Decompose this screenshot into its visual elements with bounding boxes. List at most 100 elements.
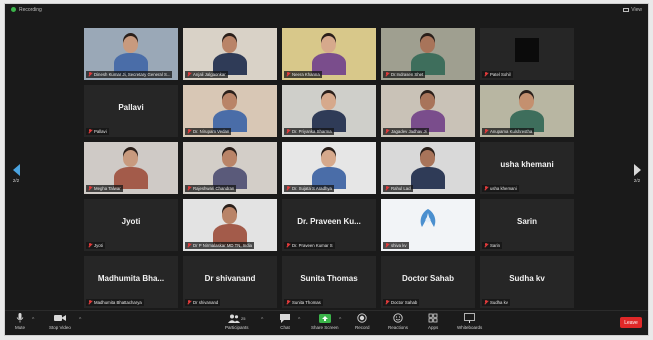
participants-icon: 25: [228, 313, 245, 323]
participant-tile[interactable]: shiva kv: [381, 199, 475, 251]
participant-tile[interactable]: Dr. Nirupam Vedan: [183, 85, 277, 137]
previous-page-button[interactable]: 2/2: [11, 164, 21, 183]
record-label: Record: [355, 325, 370, 330]
participant-tile[interactable]: usha khemani usha khemani: [480, 142, 574, 194]
participant-nameplate: Doctor Sahab: [383, 299, 420, 306]
participant-tile[interactable]: Dr. Praveen Ku... Dr. Praveen Kumar S: [282, 199, 376, 251]
muted-microphone-icon: [484, 72, 488, 77]
participant-display-name: Sarin: [516, 217, 537, 226]
muted-microphone-icon: [484, 243, 488, 248]
participant-tile[interactable]: Sudha kv Sudha kv: [480, 256, 574, 308]
share-screen-button[interactable]: Share Screen: [311, 313, 339, 330]
participant-name-label: Anjali Jalgaonkar: [193, 72, 226, 77]
participant-tile[interactable]: Doctor Sahab Doctor Sahab: [381, 256, 475, 308]
participant-nameplate: Patel Sohil: [482, 71, 513, 78]
participant-tile[interactable]: Megha Talwar: [84, 142, 178, 194]
grid-view-icon: [623, 7, 630, 12]
participant-nameplate: Anjali Jalgaonkar: [185, 71, 228, 78]
participant-tile[interactable]: Patel Sohil: [480, 28, 574, 80]
muted-microphone-icon: [187, 72, 191, 77]
mute-button[interactable]: Mute: [15, 313, 25, 330]
audio-options-caret-icon[interactable]: ^: [32, 317, 34, 323]
stop-video-button[interactable]: Stop Video: [49, 313, 71, 330]
participant-tile[interactable]: Dr.Indrasen Shet: [381, 28, 475, 80]
participant-tile[interactable]: Anupama Kulshrestha: [480, 85, 574, 137]
participant-nameplate: Neera Khanna: [284, 71, 322, 78]
participant-tile[interactable]: Madhumita Bha... Madhumita Bhattacharya: [84, 256, 178, 308]
participant-tile[interactable]: Pallavi Pallavi: [84, 85, 178, 137]
participant-name-label: Megha Talwar: [94, 186, 121, 191]
recording-label: Recording: [19, 6, 42, 13]
participant-tile[interactable]: Jyoti Jyoti: [84, 199, 178, 251]
participant-tile[interactable]: Dr. Priyanka Sharma: [282, 85, 376, 137]
apps-icon: [428, 313, 438, 323]
participant-tile[interactable]: Jagadev Jadhav Ji: [381, 85, 475, 137]
participant-tile[interactable]: Rahul Lad: [381, 142, 475, 194]
apps-button[interactable]: Apps: [428, 313, 438, 330]
apps-label: Apps: [428, 325, 439, 330]
view-button[interactable]: View: [623, 7, 642, 13]
participant-nameplate: Dr.Indrasen Shet: [383, 71, 426, 78]
participant-nameplate: Pallavi: [86, 128, 109, 135]
next-page-button[interactable]: 2/2: [632, 164, 642, 183]
participants-button[interactable]: 25 Participants: [225, 313, 249, 330]
participant-display-name: usha khemani: [500, 160, 554, 169]
participant-tile[interactable]: Sarin Sarin: [480, 199, 574, 251]
participant-nameplate: Dr shivanand: [185, 299, 221, 306]
participant-display-name: Dr shivanand: [204, 274, 256, 283]
participant-nameplate: Sarin: [482, 242, 503, 249]
microphone-icon: [16, 313, 24, 323]
video-camera-icon: [53, 313, 66, 323]
participant-tile[interactable]: Neera Khanna: [282, 28, 376, 80]
participant-name-label: Madhumita Bhattacharya: [94, 300, 142, 305]
participant-name-label: Dinesh Kumar Ji, Secretary General S...: [94, 72, 171, 77]
muted-microphone-icon: [385, 186, 389, 191]
participant-display-name: Jyoti: [121, 217, 141, 226]
whiteboards-button[interactable]: Whiteboards: [457, 313, 482, 330]
participant-nameplate: Madhumita Bhattacharya: [86, 299, 144, 306]
participant-display-name: Pallavi: [118, 103, 144, 112]
participant-name-label: Dr. Praveen Kumar S: [292, 243, 333, 248]
muted-microphone-icon: [385, 129, 389, 134]
muted-microphone-icon: [385, 243, 389, 248]
participant-display-name: Dr. Praveen Ku...: [297, 217, 361, 226]
muted-microphone-icon: [187, 129, 191, 134]
muted-microphone-icon: [286, 243, 290, 248]
whiteboard-icon: [464, 313, 476, 323]
participants-options-caret-icon[interactable]: ^: [261, 317, 263, 323]
participant-name-label: Dr.Indrasen Shet: [391, 72, 424, 77]
share-screen-label: Share Screen: [311, 325, 339, 330]
next-page-label: 2/2: [633, 178, 641, 183]
participant-name-label: Jyoti: [94, 243, 103, 248]
video-options-caret-icon[interactable]: ^: [79, 317, 81, 323]
muted-microphone-icon: [385, 300, 389, 305]
participant-name-label: Patel Sohil: [490, 72, 511, 77]
participant-name-label: Pallavi: [94, 129, 107, 134]
reactions-button[interactable]: Reactions: [388, 313, 408, 330]
participant-tile[interactable]: Dr. Sujata S Aradhya: [282, 142, 376, 194]
share-options-caret-icon[interactable]: ^: [339, 317, 341, 323]
participant-display-name: Doctor Sahab: [401, 274, 454, 283]
leave-button[interactable]: Leave: [620, 317, 642, 328]
participant-name-label: Rajeshwari Chandran: [193, 186, 235, 191]
participant-name-label: Dr P Nirmalaskar MD TN, India: [193, 243, 253, 248]
chat-options-caret-icon[interactable]: ^: [298, 317, 300, 323]
participant-nameplate: Sudha kv: [482, 299, 510, 306]
arrow-left-icon: [12, 164, 20, 176]
record-button[interactable]: Record: [355, 313, 370, 330]
muted-microphone-icon: [187, 300, 191, 305]
participant-tile[interactable]: Dr P Nirmalaskar MD TN, India: [183, 199, 277, 251]
participant-tile[interactable]: Sunita Thomas Sunita Thomas: [282, 256, 376, 308]
participant-tile[interactable]: Anjali Jalgaonkar: [183, 28, 277, 80]
participant-tile[interactable]: Dr shivanand Dr shivanand: [183, 256, 277, 308]
whiteboards-label: Whiteboards: [457, 325, 483, 330]
chat-button[interactable]: Chat: [280, 313, 290, 330]
meeting-toolbar: Mute ^ Stop Video ^ 25 Participants ^ Ch…: [5, 310, 648, 335]
participant-name-label: Dr. Sujata S Aradhya: [292, 186, 332, 191]
participant-tile[interactable]: Dinesh Kumar Ji, Secretary General S...: [84, 28, 178, 80]
participant-name-label: Rahul Lad: [391, 186, 411, 191]
muted-microphone-icon: [187, 186, 191, 191]
participant-name-label: shiva kv: [391, 243, 407, 248]
participant-tile[interactable]: Rajeshwari Chandran: [183, 142, 277, 194]
participant-video-person: [411, 148, 445, 194]
